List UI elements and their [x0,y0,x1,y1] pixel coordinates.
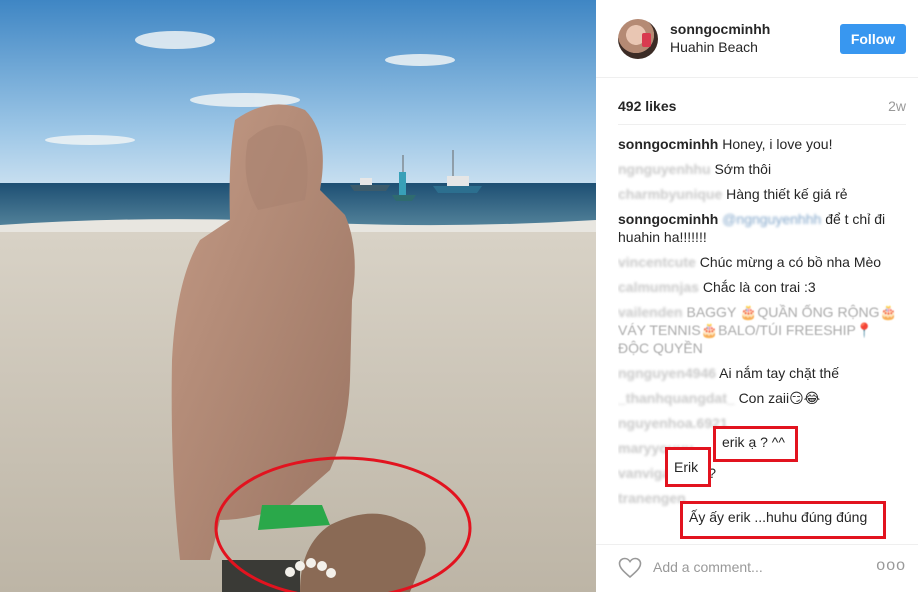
post-location[interactable]: Huahin Beach [670,39,758,55]
comment-text: Chúc mừng a có bồ nha Mèo [699,254,882,270]
list-item: calmumnjas Chắc là con trai :3 [618,278,898,296]
comment-username[interactable]: _thanhquangdat_ [618,390,735,406]
comment-text: Honey, i love you! [722,136,833,152]
comment-text: Ai nắm tay chặt thế [719,365,839,381]
post-header: sonngocminhh Huahin Beach Follow [596,0,918,78]
comment-username[interactable]: ngnguyenhhu [618,161,711,177]
highlight-box-ay-ay: Ấy ấy erik ...huhu đúng đúng [680,501,886,539]
comment-bar: Add a comment... ooo [596,544,918,592]
list-item: vailenden BAGGY 🎂QUẦN ỐNG RỘNG🎂VÁY TENNI… [618,303,898,357]
post-username[interactable]: sonngocminhh [670,21,770,37]
comment-username[interactable]: nguyenhoa.6921 [618,415,728,431]
comment-username[interactable]: sonngocminhh [618,211,718,227]
comment-username[interactable]: ngnguyen4946 [618,365,716,381]
more-options-icon[interactable]: ooo [876,557,906,575]
comment-username[interactable]: charmbyunique [618,186,722,202]
list-item: charmbyunique Hàng thiết kế giá rẻ [618,185,898,203]
post-photo [0,0,596,592]
comment-username[interactable]: vailenden [618,304,683,320]
add-comment-input[interactable]: Add a comment... [653,559,763,575]
comment-text: Hàng thiết kế giá rẻ [726,186,848,202]
comment-mention[interactable]: @ngnguyenhhh [722,211,821,227]
divider [618,124,906,125]
highlight-box-erik-question: erik ạ ? ^^ [713,426,798,462]
comment-username[interactable]: calmumnjas [618,279,699,295]
heart-icon[interactable] [618,557,642,579]
comment-text: Chắc là con trai :3 [702,279,816,295]
post-sidebar: sonngocminhh Huahin Beach Follow 492 lik… [596,0,918,592]
list-item: vanviganh Be? [618,464,898,482]
list-item: sonngocminhh Honey, i love you! [618,135,898,153]
post-age[interactable]: 2w [888,98,906,114]
comment-username[interactable]: vincentcute [618,254,696,270]
highlight-box-erik: Erik [665,447,711,487]
list-item: ngnguyen4946 Ai nắm tay chặt thế [618,364,898,382]
list-item: sonngocminhh @ngnguyenhhh để t chỉ đi hu… [618,210,898,246]
comment-text: Sớm thôi [714,161,772,177]
comment-text: Con zaii😏😂 [738,390,821,406]
likes-count[interactable]: 492 likes [618,98,676,114]
list-item: ngnguyenhhu Sớm thôi [618,160,898,178]
comment-username[interactable]: sonngocminhh [618,136,718,152]
beach-photo [0,0,596,592]
comment-username[interactable]: tranengen [618,490,686,506]
avatar[interactable] [618,19,658,59]
comments-list: sonngocminhh Honey, i love you! ngnguyen… [618,135,898,538]
list-item: _thanhquangdat_ Con zaii😏😂 [618,389,898,407]
list-item: vincentcute Chúc mừng a có bồ nha Mèo [618,253,898,271]
follow-button[interactable]: Follow [840,24,906,54]
